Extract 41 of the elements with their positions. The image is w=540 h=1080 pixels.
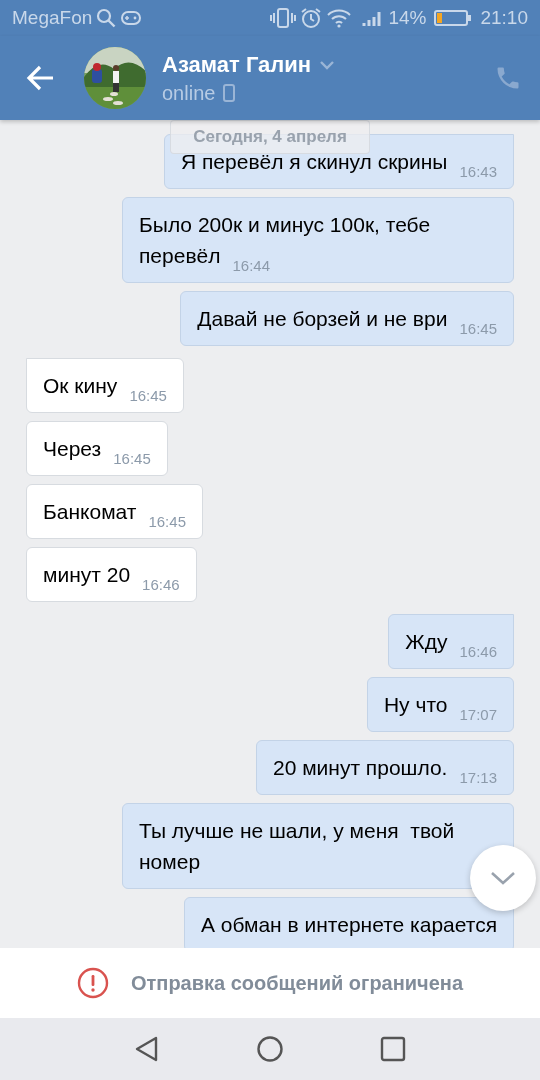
outgoing-message: 20 минут прошло. 17:13: [255, 740, 514, 795]
alarm-icon: [300, 7, 323, 29]
battery-percent: 14%: [388, 7, 427, 29]
incoming-message: Банкомат 16:45: [26, 484, 203, 539]
restriction-notice: Отправка сообщений ограничена: [130, 971, 464, 995]
message-time: 17:07: [459, 707, 497, 723]
outgoing-message: Ты лучше не шали, у меня твой номер: [122, 803, 514, 889]
message-time: 16:45: [129, 388, 167, 404]
incoming-message: Через 16:45: [26, 421, 168, 476]
message-time: 17:13: [459, 770, 497, 786]
outgoing-message: Жду 16:46: [388, 614, 514, 669]
message-time: 16:43: [459, 164, 497, 180]
date-label: Сегодня, 4 апреля: [170, 120, 370, 154]
carrier-name: MegaFon: [12, 7, 93, 29]
back-arrow-icon[interactable]: [26, 63, 56, 93]
chevron-down-icon: [489, 870, 517, 886]
outgoing-message: А обман в интернете карается: [183, 897, 514, 948]
vibrate-icon: [270, 7, 297, 29]
message-time: 16:44: [232, 258, 271, 274]
outgoing-message: Ну что 17:07: [366, 677, 514, 732]
incoming-message: Ок кину 16:45: [26, 358, 184, 413]
warning-icon: [76, 967, 109, 999]
battery-icon: [434, 9, 473, 27]
message-time: 16:45: [148, 514, 186, 530]
recents-nav-icon[interactable]: [380, 1036, 406, 1062]
message-time: 16:46: [142, 577, 180, 593]
gamepad-icon: [120, 8, 143, 28]
clock-time: 21:10: [480, 7, 528, 29]
message-time: 16:46: [459, 644, 497, 660]
message-time: 16:45: [113, 451, 151, 467]
home-nav-icon[interactable]: [256, 1035, 284, 1063]
back-nav-icon[interactable]: [134, 1035, 160, 1063]
contact-name[interactable]: Азамат Галин: [162, 51, 312, 78]
incoming-message: минут 20 16:46: [26, 547, 197, 602]
outgoing-message: Давай не борзей и не ври 16:45: [180, 291, 514, 346]
outgoing-message: Было 200к и минус 100к, тебе перевёл 16:44: [122, 197, 514, 283]
search-icon: [96, 8, 117, 28]
phone-device-icon: [223, 84, 236, 102]
wifi-icon: [326, 8, 353, 28]
online-status: online: [162, 81, 216, 105]
message-time: 16:45: [459, 321, 497, 337]
